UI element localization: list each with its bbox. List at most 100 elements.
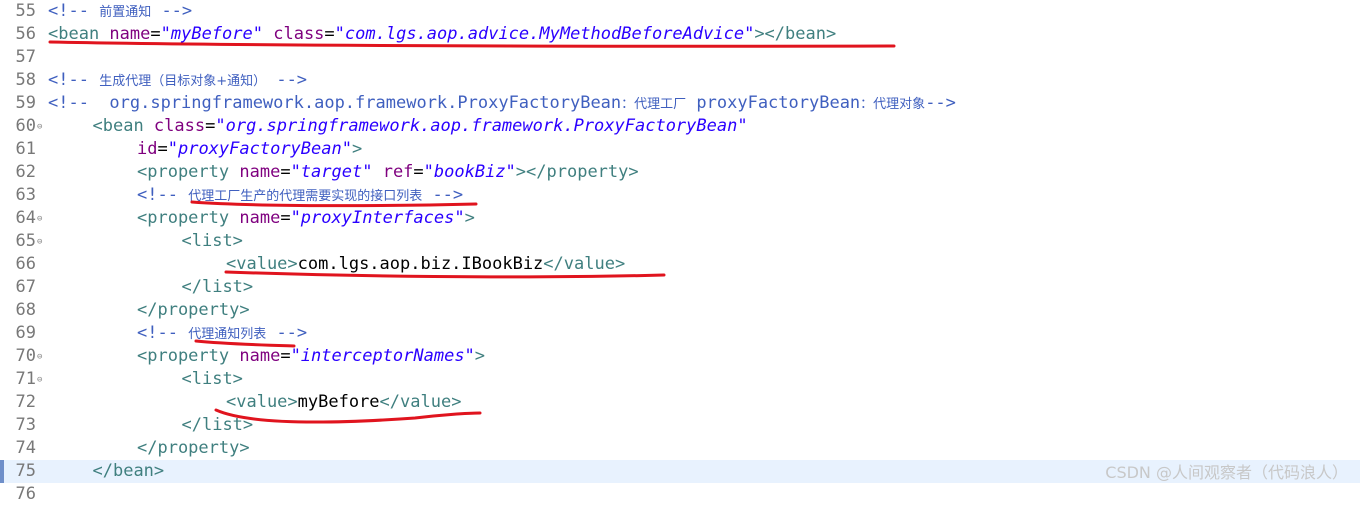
line-number: 57 [15,47,36,67]
fold-toggle-icon[interactable]: ⊖ [37,215,42,224]
code-text[interactable]: <value>com.lgs.aop.biz.IBookBiz</value> [226,253,625,276]
code-token: = [280,208,291,228]
code-text[interactable]: <property name="proxyInterfaces"> [137,207,475,230]
code-token: --> [266,323,308,343]
code-token: myBefore [297,392,380,412]
code-token: "interceptorNames" [290,346,475,366]
line-number: 58 [15,70,36,90]
code-text[interactable]: <list> [182,230,243,253]
code-token: ></property> [515,162,639,182]
code-line-65[interactable]: 65 ⊖ <list> [0,230,1360,253]
code-token: <list> [181,369,243,389]
csdn-watermark: CSDN @人间观察者（代码浪人） [1105,463,1348,482]
code-text[interactable]: </bean> [93,460,165,483]
code-token: "myBefore" [160,24,263,44]
code-token: = [150,24,161,44]
code-line-60[interactable]: 60 ⊖ <bean class="org.springframework.aop.… [0,115,1360,138]
code-token: class [153,116,206,136]
code-token: = [324,24,335,44]
code-line-70[interactable]: 70 ⊖ <property name="interceptorNames"> [0,345,1360,368]
code-line-59[interactable]: 59 <!-- org.springframework.aop.framework… [0,92,1360,115]
code-token: <!-- [48,1,100,21]
line-number: 63 [15,185,36,205]
code-token: 代理通知列表 [188,327,267,342]
code-line-68[interactable]: 68 </property> [0,299,1360,322]
code-token: <property [137,162,240,182]
fold-toggle-icon[interactable]: ⊖ [37,123,42,132]
code-line-66[interactable]: 66 <value>com.lgs.aop.biz.IBookBiz</value… [0,253,1360,276]
code-token: --> [151,1,193,21]
code-token: = [413,162,424,182]
code-token: proxyFactoryBean [686,93,861,113]
line-number: 65 [15,231,36,251]
code-text[interactable]: <!-- org.springframework.aop.framework.P… [48,92,956,115]
code-line-74[interactable]: 74 </property> [0,437,1360,460]
code-line-61[interactable]: 61 id="proxyFactoryBean"> [0,138,1360,161]
line-number: 76 [15,484,36,504]
code-token: <list> [181,231,243,251]
code-text[interactable]: <!-- 代理通知列表 --> [137,322,307,345]
code-line-69[interactable]: 69 <!-- 代理通知列表 --> [0,322,1360,345]
code-line-72[interactable]: 72 <value>myBefore</value> [0,391,1360,414]
code-line-56[interactable]: 56 <bean name="myBefore" class="com.lgs.a… [0,23,1360,46]
code-token: <value> [226,392,298,412]
code-token: <bean [92,116,154,136]
code-text[interactable]: <property name="target" ref="bookBiz"></… [137,161,639,184]
code-text[interactable]: </list> [182,276,254,299]
code-line-64[interactable]: 64 ⊖ <property name="proxyInterfaces"> [0,207,1360,230]
code-token: = [157,139,168,159]
code-token: > [464,208,475,228]
code-token: = [205,116,216,136]
current-line-marker [0,460,4,483]
fold-toggle-icon[interactable]: ⊖ [37,353,42,362]
code-text[interactable]: </property> [137,299,250,322]
code-token: </list> [181,415,254,435]
code-token: </value> [379,392,462,412]
code-token: </value> [543,254,626,274]
code-token: </property> [137,438,250,458]
code-line-57[interactable]: 57 [0,46,1360,69]
fold-toggle-icon[interactable]: ⊖ [37,376,42,385]
code-line-63[interactable]: 63 <!-- 代理工厂生产的代理需要实现的接口列表 --> [0,184,1360,207]
code-text[interactable]: <bean class="org.springframework.aop.fra… [93,115,748,138]
code-text[interactable]: id="proxyFactoryBean"> [137,138,362,161]
code-token: > [474,346,486,366]
code-line-55[interactable]: 55 <!-- 前置通知 --> [0,0,1360,23]
code-token: id [137,139,158,159]
fold-toggle-icon[interactable]: ⊖ [37,238,42,247]
code-line-71[interactable]: 71 ⊖ <list> [0,368,1360,391]
code-line-58[interactable]: 58 <!-- 生成代理（目标对象+通知） --> [0,69,1360,92]
code-text[interactable]: </property> [137,437,250,460]
code-token: "org.springframework.aop.framework.Proxy… [215,116,748,136]
code-line-73[interactable]: 73 </list> [0,414,1360,437]
code-token: 代理工厂生产的代理需要实现的接口列表 [188,189,423,204]
code-text[interactable]: <!-- 生成代理（目标对象+通知） --> [48,69,307,92]
code-token: 生成代理（目标对象+通知） [99,74,267,89]
code-line-76[interactable]: 76 [0,483,1360,506]
code-token: <!-- [137,185,189,205]
code-token: ：代理工厂 [621,97,687,112]
code-token: ref [382,162,414,182]
code-text[interactable]: <value>myBefore</value> [226,391,461,414]
code-text[interactable]: <!-- 代理工厂生产的代理需要实现的接口列表 --> [137,184,463,207]
code-text[interactable]: <property name="interceptorNames"> [137,345,485,368]
code-line-67[interactable]: 67 </list> [0,276,1360,299]
line-number: 68 [15,300,36,320]
code-token: ></bean> [754,24,837,44]
xml-editor[interactable]: 55 <!-- 前置通知 --> 56 <bean name="myBefore" c… [0,0,1360,504]
code-text[interactable]: <!-- 前置通知 --> [48,0,192,23]
code-text[interactable]: <bean name="myBefore" class="com.lgs.aop… [48,23,836,46]
code-token: name [109,24,151,44]
code-token: name [239,162,281,182]
code-text[interactable]: </list> [182,414,254,437]
code-line-62[interactable]: 62 <property name="target" ref="bookBiz">… [0,161,1360,184]
line-number: 64 [15,208,36,228]
line-number: 59 [15,93,36,113]
line-number: 71 [15,369,36,389]
code-text[interactable]: <list> [182,368,243,391]
code-token: <!-- [48,70,100,90]
code-token: ：代理对象 [860,97,926,112]
line-number: 67 [15,277,36,297]
